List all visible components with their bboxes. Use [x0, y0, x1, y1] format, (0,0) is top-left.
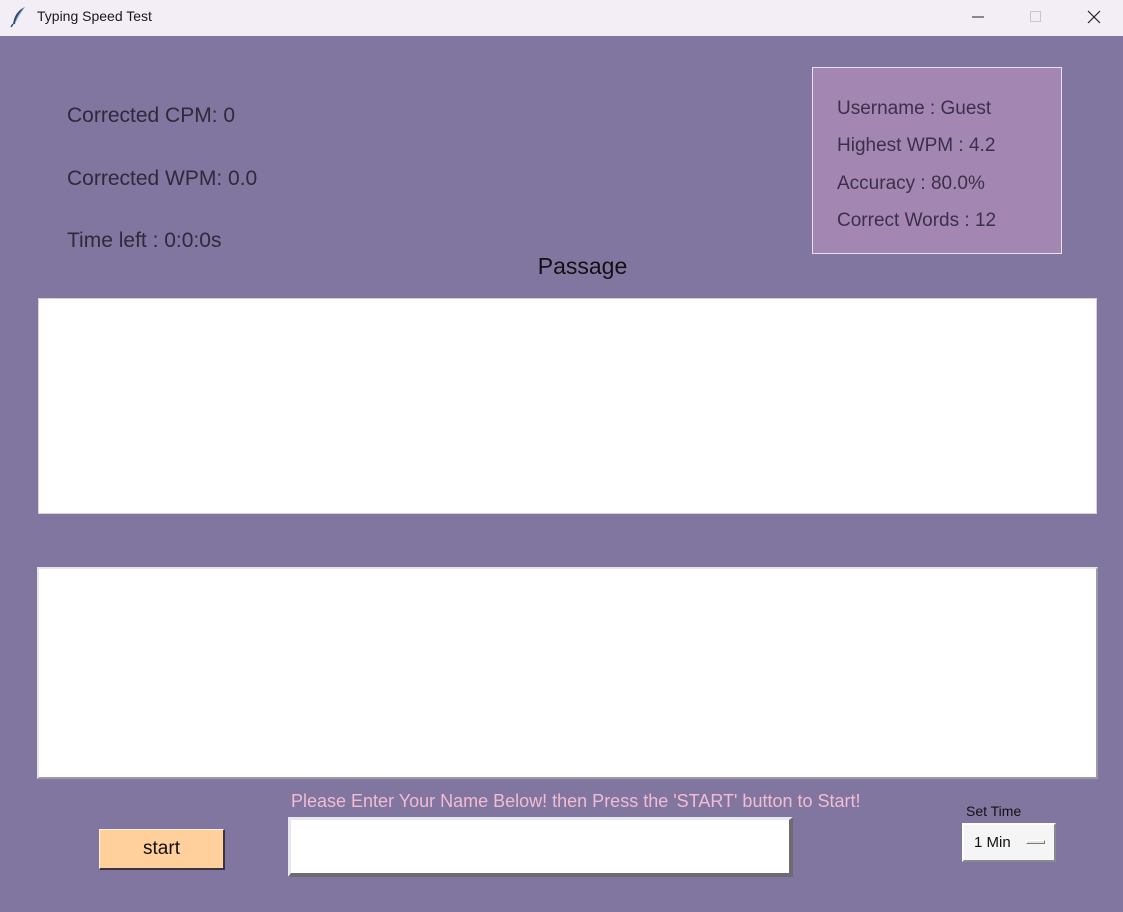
- wpm-stat: Corrected WPM: 0.0: [67, 167, 258, 190]
- maximize-button[interactable]: [1007, 0, 1065, 34]
- close-button[interactable]: [1065, 0, 1123, 34]
- name-input[interactable]: [288, 817, 793, 877]
- time-select[interactable]: 1 Min: [962, 823, 1056, 862]
- feather-icon: [10, 6, 28, 28]
- typing-textbox[interactable]: [37, 567, 1098, 779]
- passage-title: Passage: [537, 253, 628, 279]
- option-menu-indicator-icon: [1026, 840, 1045, 844]
- passage-textbox[interactable]: [38, 298, 1097, 514]
- set-time-label: Set Time: [966, 803, 1022, 819]
- profile-panel: Username : Guest Highest WPM : 4.2 Accur…: [812, 67, 1062, 254]
- time-left-stat: Time left : 0:0:0s: [67, 229, 222, 252]
- correct-words-label: Correct Words : 12: [837, 210, 997, 231]
- username-label: Username : Guest: [837, 98, 992, 119]
- time-select-value: 1 Min: [974, 834, 1011, 851]
- highest-wpm-label: Highest WPM : 4.2: [837, 135, 996, 156]
- app-window: Typing Speed Test Corrected CPM: 0 Corre…: [0, 0, 1123, 912]
- title-bar: Typing Speed Test: [0, 0, 1123, 36]
- start-button[interactable]: start: [99, 829, 225, 870]
- minimize-button[interactable]: [949, 0, 1007, 34]
- window-title: Typing Speed Test: [37, 8, 152, 24]
- cpm-stat: Corrected CPM: 0: [67, 104, 236, 127]
- name-instruction: Please Enter Your Name Below! then Press…: [291, 791, 861, 811]
- accuracy-label: Accuracy : 80.0%: [837, 173, 985, 194]
